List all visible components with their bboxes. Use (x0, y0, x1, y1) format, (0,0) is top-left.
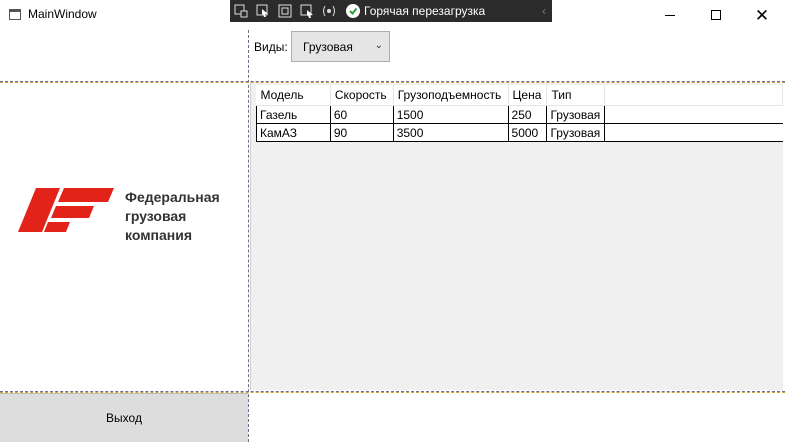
table-row[interactable]: КамАЗ 90 3500 5000 Грузовая (256, 123, 783, 142)
cell-speed[interactable]: 60 (329, 105, 394, 124)
hot-reload-status[interactable]: Горячая перезагрузка (346, 4, 485, 18)
close-button[interactable]: ✕ (739, 0, 785, 30)
select-element-icon (256, 4, 268, 17)
display-layout-adorners-button[interactable] (274, 0, 296, 22)
minimize-icon (665, 14, 675, 16)
column-header-price[interactable]: Цена (508, 85, 548, 106)
layout-adorners-icon (278, 4, 292, 18)
minimize-button[interactable] (647, 0, 693, 30)
cell-filler (604, 105, 783, 124)
column-header-type[interactable]: Тип (546, 85, 606, 106)
main-window: MainWindow ✕ Горячая перезагрузка ‹ Виды… (0, 0, 785, 442)
column-header-capacity[interactable]: Грузоподъемность (393, 85, 509, 106)
live-visual-tree-button[interactable] (230, 0, 252, 22)
live-visual-tree-icon (234, 4, 248, 18)
exit-button[interactable]: Выход (0, 393, 248, 442)
cell-speed[interactable]: 90 (329, 123, 394, 142)
maximize-icon (711, 10, 721, 20)
cell-model[interactable]: Газель (256, 105, 331, 124)
xaml-debug-toolbar: Горячая перезагрузка ‹ (230, 0, 552, 22)
company-logo: Федеральная грузовая компания (18, 188, 238, 243)
cell-capacity[interactable]: 1500 (392, 105, 509, 124)
table-header-row: Модель Скорость Грузоподъемность Цена Ти… (256, 85, 783, 106)
cell-type[interactable]: Грузовая (546, 105, 606, 124)
cell-type[interactable]: Грузовая (546, 123, 606, 142)
cell-price[interactable]: 250 (507, 105, 548, 124)
track-focused-element-button[interactable] (296, 0, 318, 22)
select-element-button[interactable] (252, 0, 274, 22)
window-title: MainWindow (28, 7, 97, 21)
vehicles-table: Модель Скорость Грузоподъемность Цена Ти… (256, 85, 783, 142)
binding-failures-icon (323, 5, 335, 17)
cell-capacity[interactable]: 3500 (392, 123, 509, 142)
hot-reload-label: Горячая перезагрузка (364, 4, 486, 18)
binding-failures-button[interactable] (318, 0, 340, 22)
check-icon (346, 4, 360, 18)
column-header-model[interactable]: Модель (256, 85, 331, 106)
close-icon: ✕ (754, 5, 770, 25)
chevron-down-icon: ⌄ (374, 40, 383, 51)
logo-text: Федеральная грузовая компания (125, 188, 220, 245)
app-window-icon (9, 9, 21, 20)
cell-filler (604, 123, 783, 142)
cell-model[interactable]: КамАЗ (256, 123, 331, 142)
type-filter-selected: Грузовая (303, 40, 353, 54)
type-filter-label: Виды: (254, 40, 288, 54)
logo-mark-icon (18, 188, 114, 232)
type-filter-combobox[interactable]: Грузовая ⌄ (291, 31, 390, 62)
cell-price[interactable]: 5000 (507, 123, 548, 142)
vehicles-datagrid[interactable]: Модель Скорость Грузоподъемность Цена Ти… (250, 83, 783, 390)
collapse-toolbar-icon[interactable]: ‹ (542, 4, 546, 18)
maximize-button[interactable] (693, 0, 739, 30)
column-header-speed[interactable]: Скорость (330, 85, 394, 106)
logo-text-line2: грузовая (125, 208, 187, 224)
table-row[interactable]: Газель 60 1500 250 Грузовая (256, 105, 783, 124)
column-header-filler (604, 85, 783, 106)
logo-text-line1: Федеральная (125, 189, 220, 205)
grid-column-divider (248, 30, 249, 442)
logo-text-line3: компания (125, 227, 193, 243)
track-focus-icon (300, 4, 313, 18)
